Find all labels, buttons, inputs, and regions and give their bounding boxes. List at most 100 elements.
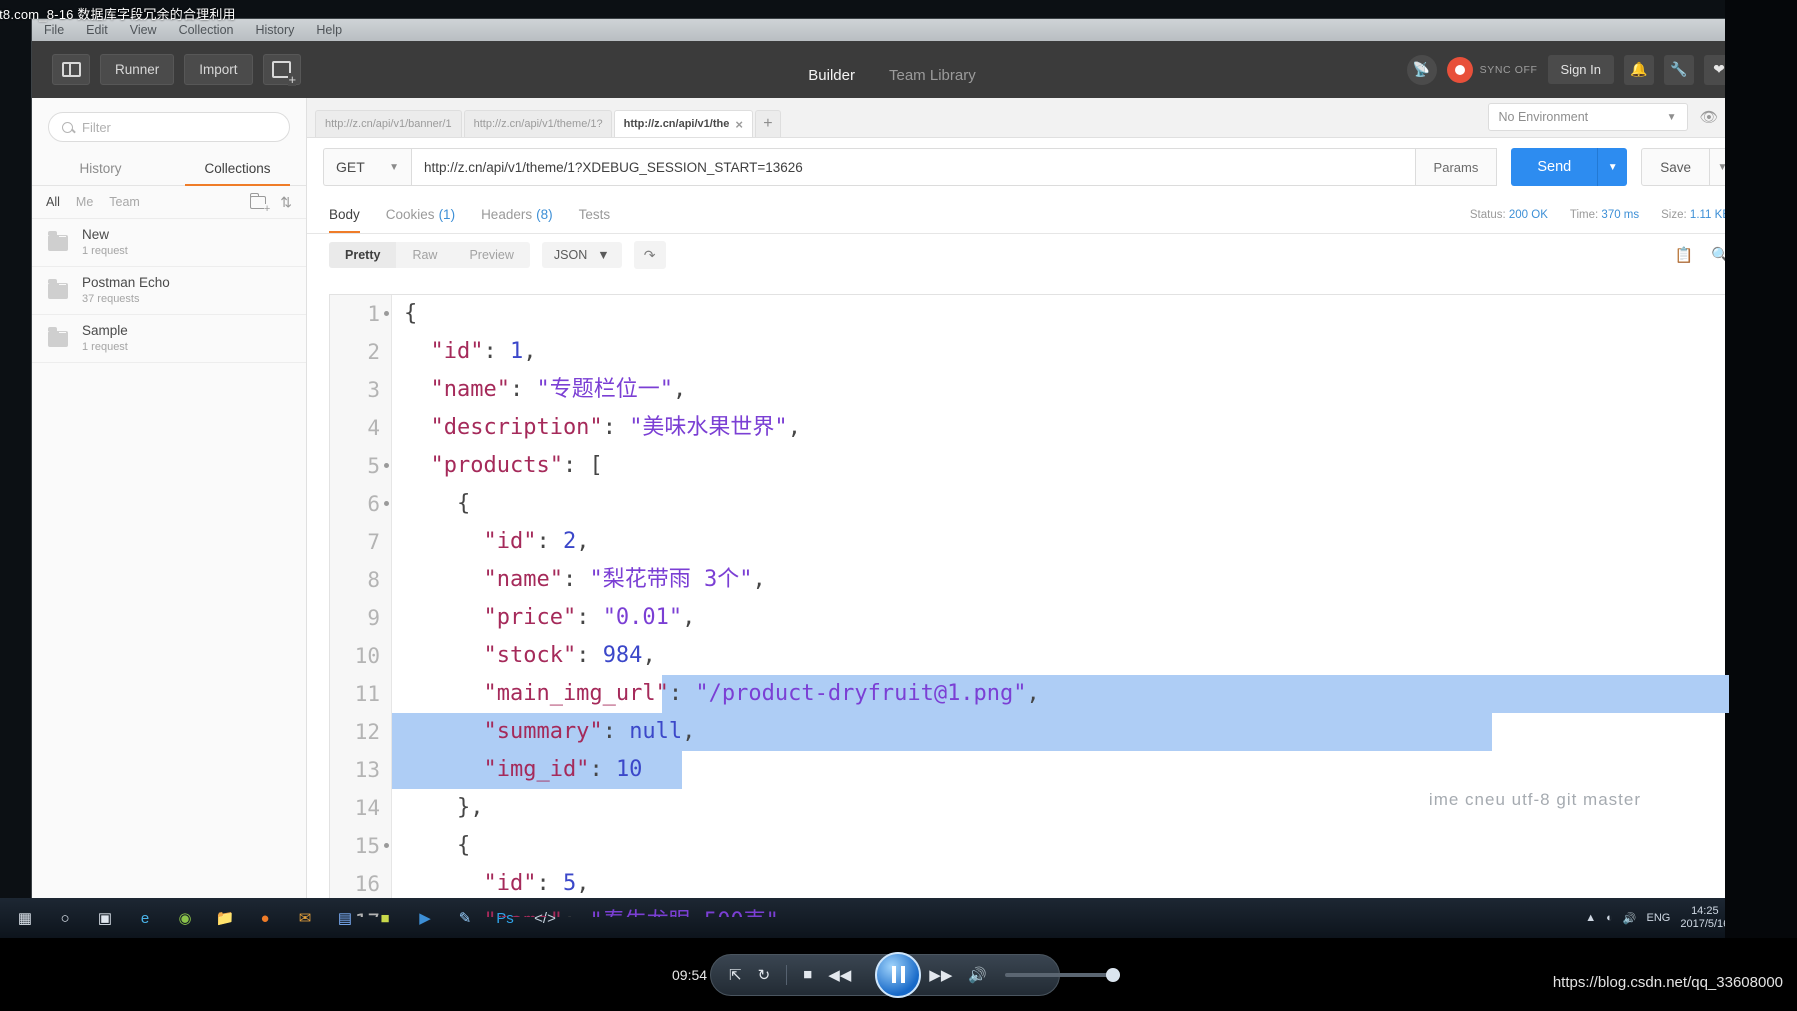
- menu-item-collection[interactable]: Collection: [179, 23, 234, 37]
- request-tab-2[interactable]: http://z.cn/api/v1/theme/1?: [463, 110, 612, 137]
- copy-icon[interactable]: 📋: [1675, 246, 1694, 264]
- tray-language[interactable]: ENG: [1647, 912, 1671, 924]
- fold-marker-icon[interactable]: [384, 501, 389, 506]
- scope-team[interactable]: Team: [109, 195, 140, 209]
- repeat-icon[interactable]: ↻: [758, 966, 771, 984]
- tab-collections[interactable]: Collections: [169, 152, 306, 186]
- code-line[interactable]: 2 "id": 1,: [330, 333, 1729, 371]
- chrome-icon[interactable]: ◉: [168, 902, 202, 934]
- new-folder-icon[interactable]: [250, 192, 271, 215]
- start-icon[interactable]: ▦: [8, 902, 42, 934]
- volume-knob[interactable]: [1106, 967, 1120, 982]
- code-line[interactable]: 15 {: [330, 827, 1729, 865]
- shuffle-icon[interactable]: ⇱: [729, 966, 742, 984]
- view-mode-raw[interactable]: Raw: [396, 242, 453, 268]
- view-mode-pretty[interactable]: Pretty: [329, 242, 397, 268]
- save-button[interactable]: Save: [1641, 148, 1710, 186]
- wrench-icon[interactable]: 🔧: [1664, 54, 1694, 85]
- import-button[interactable]: Import: [184, 54, 253, 85]
- collection-item-new[interactable]: New 1 request: [32, 219, 306, 267]
- code-line[interactable]: 12 "summary": null,: [330, 713, 1729, 751]
- view-mode-preview[interactable]: Preview: [453, 242, 529, 268]
- code-line[interactable]: 1{: [330, 295, 1729, 333]
- environment-select[interactable]: No Environment ▼: [1487, 103, 1688, 131]
- request-tab-1[interactable]: http://z.cn/api/v1/banner/1: [315, 110, 462, 137]
- response-tab-cookies[interactable]: Cookies (1): [386, 196, 455, 233]
- code-line[interactable]: 5 "products": [: [330, 447, 1729, 485]
- collection-item-postman-echo[interactable]: Postman Echo 37 requests: [32, 267, 306, 315]
- send-button[interactable]: Send: [1511, 148, 1598, 186]
- code-line[interactable]: 7 "id": 2,: [330, 523, 1729, 561]
- pause-icon[interactable]: [875, 951, 921, 998]
- response-tab-body[interactable]: Body: [329, 196, 360, 233]
- request-tab-3[interactable]: http://z.cn/api/v1/the ×: [613, 110, 753, 137]
- fold-marker-icon[interactable]: [384, 311, 389, 316]
- fast-forward-icon[interactable]: ▶▶: [929, 966, 952, 984]
- scope-me[interactable]: Me: [76, 195, 93, 209]
- fold-marker-icon[interactable]: [384, 463, 389, 468]
- sort-icon[interactable]: ⇅: [280, 194, 292, 211]
- chevron-down-icon: ▼: [1666, 111, 1677, 123]
- menu-item-view[interactable]: View: [130, 23, 157, 37]
- url-input[interactable]: http://z.cn/api/v1/theme/1?XDEBUG_SESSIO…: [411, 148, 1416, 186]
- code-line[interactable]: 9 "price": "0.01",: [330, 599, 1729, 637]
- sync-icon: [1446, 56, 1473, 83]
- close-icon[interactable]: ×: [735, 117, 743, 132]
- eye-icon[interactable]: 👁: [1700, 108, 1719, 126]
- format-select[interactable]: JSON ▼: [541, 242, 622, 268]
- menu-item-history[interactable]: History: [255, 23, 294, 37]
- mode-team-library[interactable]: Team Library: [889, 67, 976, 90]
- params-button[interactable]: Params: [1415, 148, 1498, 186]
- postman-icon[interactable]: ●: [248, 902, 282, 934]
- scope-all[interactable]: All: [46, 195, 60, 209]
- tray-expand-icon[interactable]: ▲: [1585, 912, 1596, 924]
- edge-icon[interactable]: e: [128, 902, 162, 934]
- tray-volume-icon[interactable]: 🔊: [1623, 912, 1637, 925]
- collection-item-sample[interactable]: Sample 1 request: [32, 315, 306, 363]
- code-line[interactable]: 13 "img_id": 10: [330, 751, 1729, 789]
- word-wrap-button[interactable]: ↷: [633, 241, 666, 269]
- code-line[interactable]: 8 "name": "梨花带雨 3个",: [330, 561, 1729, 599]
- mail-icon[interactable]: ✉: [288, 902, 322, 934]
- code-line[interactable]: 10 "stock": 984,: [330, 637, 1729, 675]
- search-icon[interactable]: ○: [48, 902, 82, 934]
- menu-item-edit[interactable]: Edit: [86, 23, 108, 37]
- menu-item-help[interactable]: Help: [316, 23, 342, 37]
- fold-marker-icon[interactable]: [384, 843, 389, 848]
- code-line[interactable]: 3 "name": "专题栏位一",: [330, 371, 1729, 409]
- code-line[interactable]: 4 "description": "美味水果世界",: [330, 409, 1729, 447]
- menu-item-file[interactable]: File: [44, 23, 64, 37]
- sign-in-button[interactable]: Sign In: [1547, 55, 1614, 84]
- tray-network-icon[interactable]: ◐: [1606, 912, 1613, 924]
- new-window-button[interactable]: [262, 54, 301, 86]
- http-method-select[interactable]: GET ▼: [323, 148, 411, 186]
- volume-slider[interactable]: [1005, 967, 1120, 982]
- code-line[interactable]: 11 "main_img_url": "/product-dryfruit@1.…: [330, 675, 1729, 713]
- search-input[interactable]: Filter: [48, 112, 290, 142]
- response-tab-headers[interactable]: Headers (8): [481, 196, 553, 233]
- line-number: 5: [367, 454, 380, 478]
- stop-icon[interactable]: ■: [803, 966, 812, 983]
- send-options-caret[interactable]: ▼: [1597, 148, 1628, 186]
- runner-button[interactable]: Runner: [100, 54, 175, 85]
- line-number: 1: [367, 302, 380, 326]
- video-content-frame: it8.com_8-16 数据库字段冗余的合理利用 File Edit View…: [0, 0, 1761, 938]
- sidebar-toggle-button[interactable]: [52, 54, 90, 85]
- add-request-tab-button[interactable]: +: [754, 110, 781, 137]
- taskbar-clock[interactable]: 14:25 2017/5/16: [1680, 905, 1729, 930]
- task-view-icon[interactable]: ▣: [88, 902, 122, 934]
- volume-icon[interactable]: 🔊: [968, 966, 987, 984]
- response-tab-tests[interactable]: Tests: [579, 196, 611, 233]
- tab-history[interactable]: History: [32, 152, 169, 185]
- rewind-icon[interactable]: ◀◀: [828, 966, 851, 984]
- response-body-viewer[interactable]: 1{2 "id": 1, 3 "name": "专题栏位一", 4 "descrip…: [329, 294, 1730, 917]
- explorer-icon[interactable]: 📁: [208, 902, 242, 934]
- sync-status[interactable]: SYNC OFF: [1446, 56, 1538, 83]
- collection-name: New: [82, 226, 110, 242]
- code-text: "img_id": 10: [404, 757, 643, 782]
- satellite-icon[interactable]: 📡: [1406, 54, 1437, 85]
- sync-label: SYNC OFF: [1479, 63, 1538, 76]
- code-line[interactable]: 6 {: [330, 485, 1729, 523]
- bell-icon[interactable]: 🔔: [1624, 54, 1654, 85]
- mode-builder[interactable]: Builder: [808, 67, 855, 90]
